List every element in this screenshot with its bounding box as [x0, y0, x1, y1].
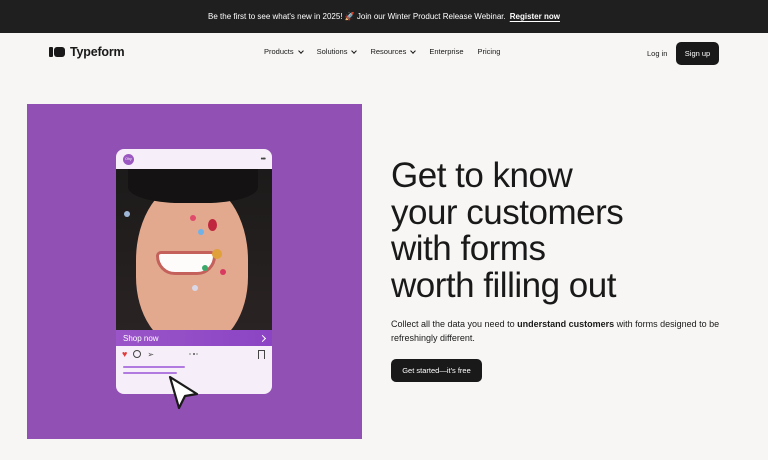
hero-headline: Get to know your customers with forms wo…: [391, 156, 624, 305]
announcement-banner: Be the first to see what's new in 2025! …: [0, 0, 768, 33]
pointer-cursor-icon: [168, 375, 199, 410]
nav-products-label: Products: [264, 47, 294, 56]
carousel-dots: [189, 353, 198, 355]
bookmark-icon: [258, 350, 265, 359]
subtitle-emphasis: understand customers: [517, 319, 615, 329]
register-now-link[interactable]: Register now: [510, 12, 560, 21]
post-header: Ohy •••: [116, 149, 272, 169]
headline-line: your customers: [391, 192, 624, 232]
typeform-logo[interactable]: Typeform: [49, 45, 125, 59]
nav-enterprise[interactable]: Enterprise: [429, 47, 463, 56]
headline-line: worth filling out: [391, 265, 616, 305]
typeform-logo-icon: [49, 47, 65, 57]
hero-illustration: Ohy ••• Shop now ♥ ➢: [27, 104, 362, 439]
login-link[interactable]: Log in: [647, 49, 667, 58]
nav-pricing[interactable]: Pricing: [478, 47, 501, 56]
nav-products[interactable]: Products: [264, 47, 304, 56]
headline-line: Get to know: [391, 156, 573, 195]
post-photo: [116, 169, 272, 330]
chevron-down-icon: [351, 47, 358, 54]
signup-button[interactable]: Sign up: [676, 42, 719, 65]
send-icon: ➢: [147, 349, 155, 359]
subtitle-text: Collect all the data you need to: [391, 319, 518, 329]
top-nav: Typeform Products Solutions Resources En…: [0, 33, 768, 73]
comment-icon: [133, 350, 142, 358]
chevron-down-icon: [410, 47, 417, 54]
more-options-icon: •••: [260, 155, 266, 163]
headline-line: with forms: [391, 229, 546, 268]
chevron-right-icon: [258, 334, 267, 342]
get-started-button[interactable]: Get started—it's free: [391, 359, 482, 382]
nav-resources-label: Resources: [370, 47, 407, 56]
nav-pricing-label: Pricing: [477, 47, 501, 56]
banner-text: Be the first to see what's new in 2025! …: [208, 12, 506, 21]
social-post-card: Ohy ••• Shop now ♥ ➢: [116, 149, 272, 394]
chevron-down-icon: [297, 47, 304, 54]
nav-resources[interactable]: Resources: [370, 47, 417, 56]
main-menu: Products Solutions Resources Enterprise …: [264, 47, 500, 56]
hero-subtitle: Collect all the data you need to underst…: [391, 318, 721, 345]
brand-name: Typeform: [70, 45, 125, 59]
nav-solutions-label: Solutions: [316, 47, 348, 56]
nav-solutions[interactable]: Solutions: [316, 47, 358, 56]
shop-now-label: Shop now: [123, 333, 159, 343]
nav-enterprise-label: Enterprise: [429, 47, 464, 56]
avatar: Ohy: [123, 153, 134, 165]
shop-now-bar: Shop now: [116, 330, 272, 346]
post-actions: ♥ ➢: [116, 346, 272, 362]
heart-icon: ♥: [122, 348, 128, 359]
